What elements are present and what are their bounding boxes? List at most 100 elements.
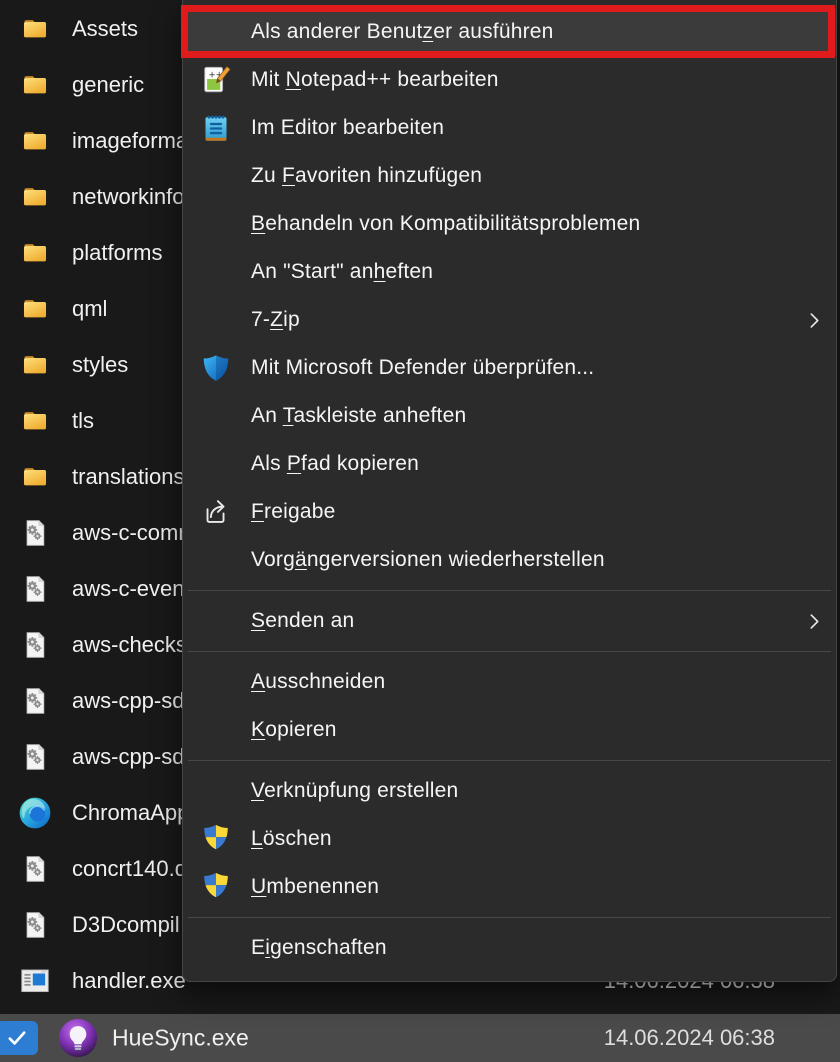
- icon-spacer: [199, 206, 233, 242]
- menu-item-label: Zu Favoriten hinzufügen: [251, 164, 482, 188]
- menu-item-label: Eigenschaften: [251, 936, 387, 960]
- selection-checkbox[interactable]: [0, 1021, 38, 1055]
- file-name: qml: [72, 296, 107, 322]
- icon-spacer: [199, 398, 233, 434]
- menu-item[interactable]: An Taskleiste anheften: [183, 392, 836, 440]
- folder-icon: [18, 292, 52, 326]
- folder-icon: [18, 12, 52, 46]
- menu-item-label: Im Editor bearbeiten: [251, 116, 444, 140]
- file-name: Assets: [72, 16, 138, 42]
- menu-item-label: Verknüpfung erstellen: [251, 779, 458, 803]
- icon-spacer: [199, 664, 233, 700]
- menu-item-label: Kopieren: [251, 718, 337, 742]
- icon-spacer: [199, 773, 233, 809]
- menu-item-label: Behandeln von Kompatibilitätsproblemen: [251, 212, 640, 236]
- file-name: aws-c-comm: [72, 520, 197, 546]
- menu-item[interactable]: Zu Favoriten hinzufügen: [183, 152, 836, 200]
- share-icon: [199, 494, 233, 530]
- menu-item[interactable]: Mit Microsoft Defender überprüfen...: [183, 344, 836, 392]
- icon-spacer: [199, 712, 233, 748]
- submenu-chevron-icon: [809, 311, 820, 330]
- menu-separator: [188, 651, 831, 652]
- file-name: networkinfo: [72, 184, 185, 210]
- dll-file-icon: [18, 516, 52, 550]
- menu-item[interactable]: Freigabe: [183, 488, 836, 536]
- folder-icon: [18, 68, 52, 102]
- menu-separator: [188, 917, 831, 918]
- menu-item[interactable]: An "Start" anheften: [183, 248, 836, 296]
- menu-item[interactable]: Eigenschaften: [183, 924, 836, 972]
- icon-spacer: [199, 542, 233, 578]
- file-name: HueSync.exe: [112, 1025, 249, 1052]
- menu-separator: [188, 760, 831, 761]
- icon-spacer: [199, 158, 233, 194]
- file-name: D3Dcompil: [72, 912, 180, 938]
- menu-item[interactable]: Umbenennen: [183, 863, 836, 911]
- chroma-app-icon: [18, 796, 52, 830]
- menu-item[interactable]: Als Pfad kopieren: [183, 440, 836, 488]
- file-name: imageforma: [72, 128, 188, 154]
- menu-item-label: Umbenennen: [251, 875, 379, 899]
- folder-icon: [18, 180, 52, 214]
- menu-item-label: Freigabe: [251, 500, 336, 524]
- uac-shield-icon: [199, 869, 233, 905]
- file-name: translations: [72, 464, 185, 490]
- folder-icon: [18, 404, 52, 438]
- menu-item[interactable]: Als anderer Benutzer ausführen: [183, 8, 836, 56]
- dll-file-icon: [18, 740, 52, 774]
- icon-spacer: [199, 302, 233, 338]
- uac-shield-icon: [199, 821, 233, 857]
- file-name: styles: [72, 352, 128, 378]
- dll-file-icon: [18, 684, 52, 718]
- file-name: aws-cpp-sd: [72, 744, 184, 770]
- dll-file-icon: [18, 852, 52, 886]
- folder-icon: [18, 348, 52, 382]
- menu-item-label: An Taskleiste anheften: [251, 404, 466, 428]
- menu-item[interactable]: Löschen: [183, 815, 836, 863]
- menu-item-label: Als anderer Benutzer ausführen: [251, 20, 554, 44]
- huesync-icon: [57, 1017, 99, 1059]
- notepad-plus-plus-icon: ++: [199, 62, 233, 98]
- icon-spacer: [199, 446, 233, 482]
- folder-icon: [18, 236, 52, 270]
- menu-item-label: Mit Notepad++ bearbeiten: [251, 68, 499, 92]
- file-row[interactable]: HueSync.exe 14.06.2024 06:38: [0, 1014, 840, 1062]
- file-name: handler.exe: [72, 968, 186, 994]
- dll-file-icon: [18, 908, 52, 942]
- menu-item[interactable]: Behandeln von Kompatibilitätsproblemen: [183, 200, 836, 248]
- menu-item-label: Ausschneiden: [251, 670, 385, 694]
- file-name: generic: [72, 72, 144, 98]
- menu-item[interactable]: 7-Zip: [183, 296, 836, 344]
- file-name: tls: [72, 408, 94, 434]
- folder-icon: [18, 460, 52, 494]
- menu-item[interactable]: Vorgängerversionen wiederherstellen: [183, 536, 836, 584]
- icon-spacer: [199, 930, 233, 966]
- menu-item-label: 7-Zip: [251, 308, 300, 332]
- submenu-chevron-icon: [809, 612, 820, 631]
- file-name: platforms: [72, 240, 162, 266]
- menu-item[interactable]: ++ Mit Notepad++ bearbeiten: [183, 56, 836, 104]
- menu-item[interactable]: Ausschneiden: [183, 658, 836, 706]
- menu-item[interactable]: Im Editor bearbeiten: [183, 104, 836, 152]
- dll-file-icon: [18, 572, 52, 606]
- notepad-icon: [199, 110, 233, 146]
- context-menu: Als anderer Benutzer ausführen ++ Mit Note…: [182, 0, 837, 982]
- menu-item-label: An "Start" anheften: [251, 260, 433, 284]
- folder-icon: [18, 124, 52, 158]
- file-name: aws-checks: [72, 632, 187, 658]
- checkmark-icon: [5, 1026, 29, 1050]
- file-name: ChromaApp: [72, 800, 189, 826]
- app-window-icon: [18, 964, 52, 998]
- menu-item[interactable]: Verknüpfung erstellen: [183, 767, 836, 815]
- menu-separator: [188, 590, 831, 591]
- menu-item-label: Mit Microsoft Defender überprüfen...: [251, 356, 594, 380]
- menu-item-label: Als Pfad kopieren: [251, 452, 419, 476]
- date-modified: 14.06.2024 06:38: [520, 1025, 775, 1051]
- menu-item[interactable]: Kopieren: [183, 706, 836, 754]
- menu-item-label: Löschen: [251, 827, 332, 851]
- icon-spacer: [199, 14, 233, 50]
- icon-spacer: [199, 603, 233, 639]
- menu-item-label: Senden an: [251, 609, 354, 633]
- menu-item[interactable]: Senden an: [183, 597, 836, 645]
- dll-file-icon: [18, 628, 52, 662]
